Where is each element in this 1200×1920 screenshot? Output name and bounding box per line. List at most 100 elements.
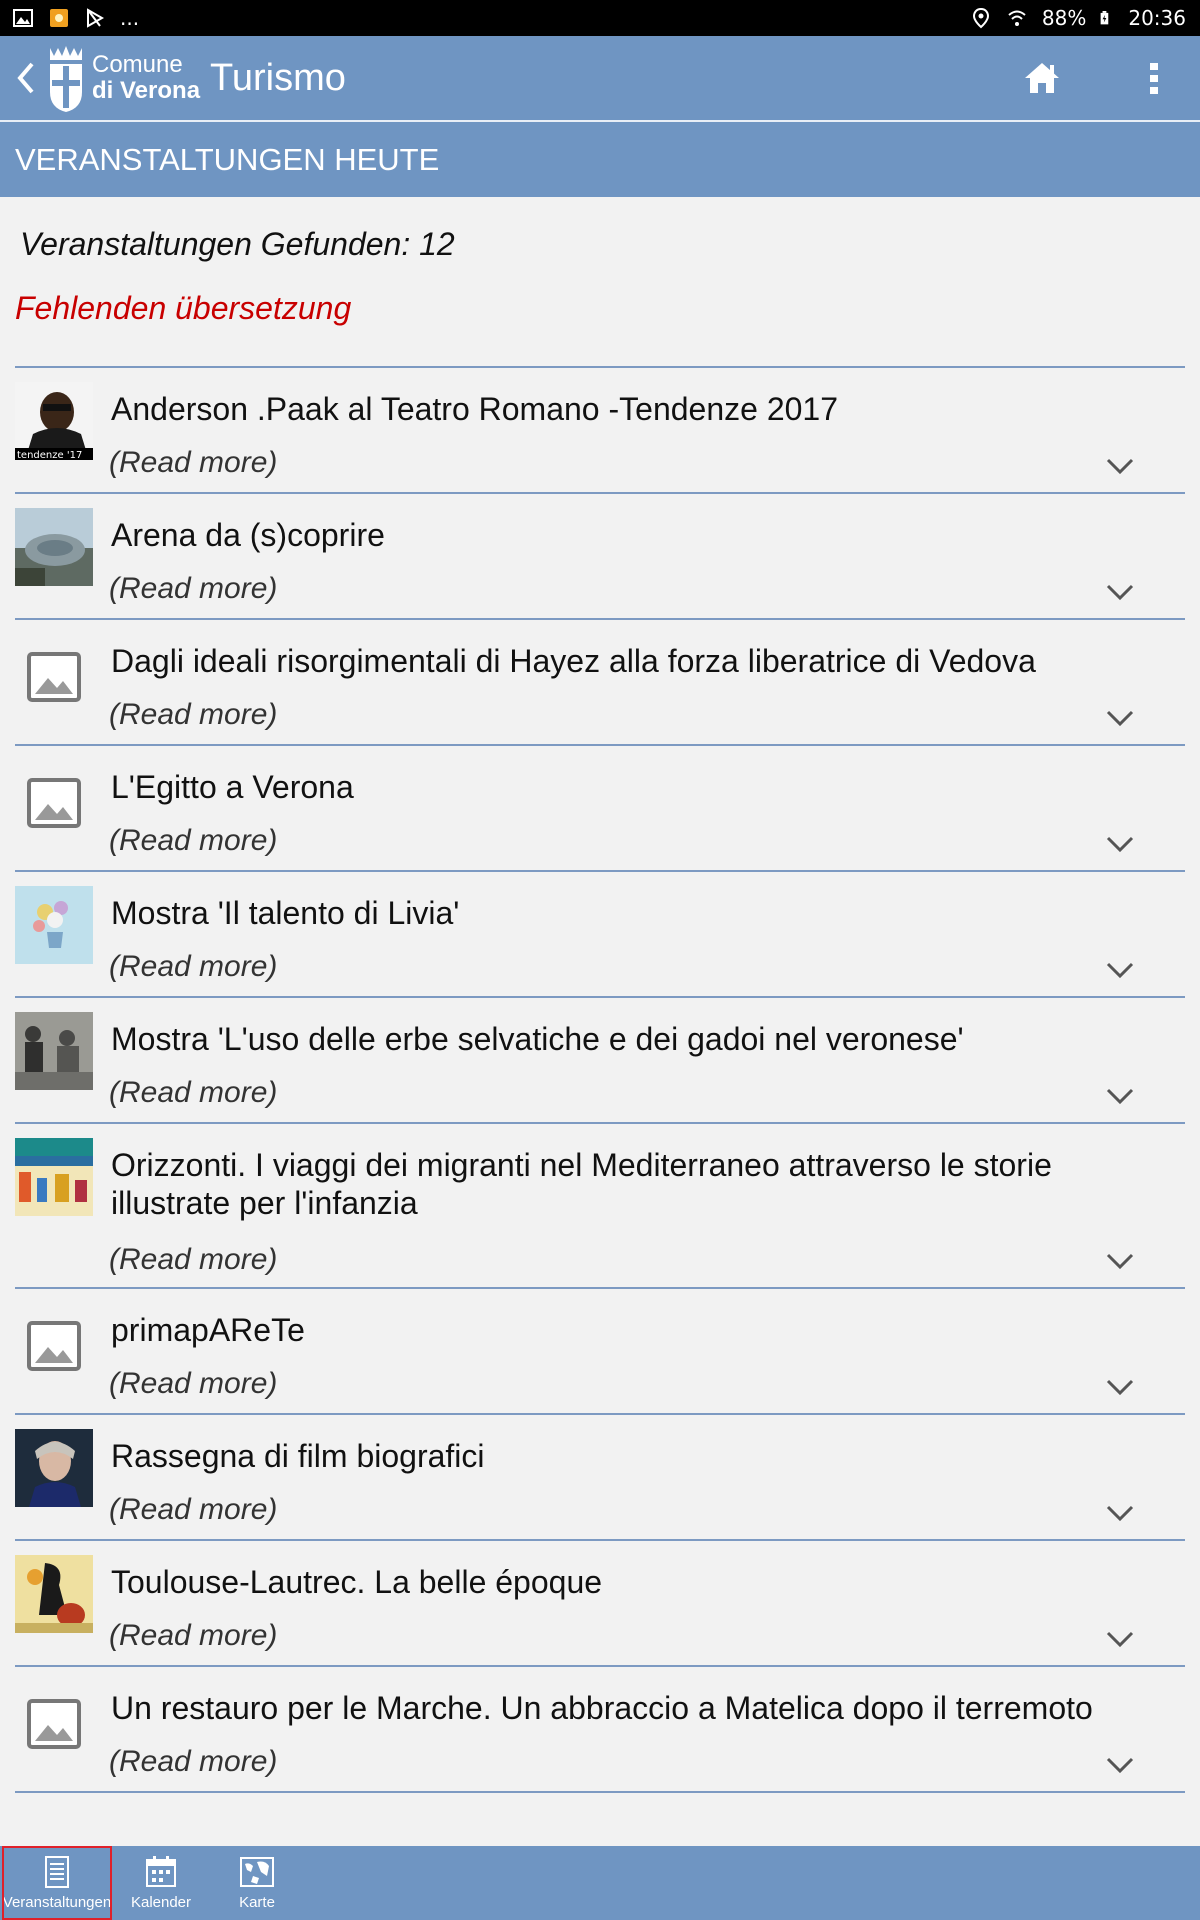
chevron-down-icon[interactable] xyxy=(1105,960,1135,980)
read-more-link[interactable]: (Read more) xyxy=(109,950,277,984)
chevron-down-icon[interactable] xyxy=(1105,834,1135,854)
wifi-icon xyxy=(1008,10,1026,26)
event-thumbnail xyxy=(15,1012,93,1090)
chevron-down-icon[interactable] xyxy=(1105,456,1135,476)
list-icon xyxy=(45,1856,69,1888)
battery-icon xyxy=(1100,11,1109,25)
event-title: Orizzonti. I viaggi dei migranti nel Med… xyxy=(111,1147,1052,1221)
tab-karte[interactable]: Karte xyxy=(216,1846,298,1920)
event-item[interactable]: Mostra 'L'uso delle erbe selvatiche e de… xyxy=(15,998,1185,1124)
portrait-photo-icon xyxy=(15,1429,93,1507)
status-right: 88% 20:36 xyxy=(970,6,1186,30)
logo-line-2: di Verona xyxy=(92,77,201,104)
app-bar-actions xyxy=(1012,36,1200,120)
event-thumbnail xyxy=(15,634,93,712)
event-thumbnail xyxy=(15,508,93,586)
section-header: VERANSTALTUNGEN HEUTE xyxy=(0,122,1200,197)
chevron-down-icon[interactable] xyxy=(1105,1629,1135,1649)
event-item[interactable]: Arena da (s)coprire (Read more) xyxy=(15,494,1185,620)
bw-photo-icon xyxy=(15,1012,93,1090)
event-item[interactable]: Dagli ideali risorgimentali di Hayez all… xyxy=(15,620,1185,746)
poster-icon xyxy=(15,1138,93,1216)
image-placeholder-icon xyxy=(27,1699,81,1749)
event-title: Dagli ideali risorgimentali di Hayez all… xyxy=(111,643,1036,679)
chevron-left-icon xyxy=(17,62,34,94)
read-more-link[interactable]: (Read more) xyxy=(109,698,277,732)
event-item[interactable]: Mostra 'Il talento di Livia' (Read more) xyxy=(15,872,1185,998)
event-item[interactable]: L'Egitto a Verona (Read more) xyxy=(15,746,1185,872)
chevron-down-icon[interactable] xyxy=(1105,1086,1135,1106)
event-thumbnail xyxy=(15,1555,93,1633)
event-item[interactable]: Rassegna di film biografici (Read more) xyxy=(15,1415,1185,1541)
event-thumbnail xyxy=(15,886,93,964)
read-more-link[interactable]: (Read more) xyxy=(109,1243,277,1277)
chevron-down-icon[interactable] xyxy=(1105,708,1135,728)
event-item[interactable]: Toulouse-Lautrec. La belle époque (Read … xyxy=(15,1541,1185,1667)
event-title: L'Egitto a Verona xyxy=(111,769,354,805)
event-thumbnail xyxy=(15,1138,93,1216)
logo-line-1: Comune xyxy=(92,51,183,78)
chevron-down-icon[interactable] xyxy=(1105,582,1135,602)
tab-kalender[interactable]: Kalender xyxy=(120,1846,202,1920)
read-more-link[interactable]: (Read more) xyxy=(109,824,277,858)
performer-photo-icon: tendenze '17 xyxy=(15,382,93,460)
event-item[interactable]: tendenze '17 Anderson .Paak al Teatro Ro… xyxy=(15,368,1185,494)
app-screen: ... 88% 20:36 Comune di Verona Turismo V… xyxy=(0,0,1200,1920)
event-item[interactable]: Orizzonti. I viaggi dei migranti nel Med… xyxy=(15,1124,1185,1289)
chevron-down-icon[interactable] xyxy=(1105,1503,1135,1523)
home-icon xyxy=(1025,63,1059,93)
event-title: Toulouse-Lautrec. La belle époque xyxy=(111,1564,603,1600)
read-more-link[interactable]: (Read more) xyxy=(109,446,277,480)
arena-photo-icon xyxy=(15,508,93,586)
chevron-down-icon[interactable] xyxy=(1105,1755,1135,1775)
notification-icon xyxy=(50,9,68,27)
city-emblem-icon xyxy=(50,46,82,112)
overflow-menu-button[interactable] xyxy=(1134,48,1174,108)
event-title: Un restauro per le Marche. Un abbraccio … xyxy=(111,1690,1093,1726)
clock: 20:36 xyxy=(1128,6,1186,30)
image-placeholder-icon xyxy=(27,1321,81,1371)
tab-label: Karte xyxy=(239,1894,275,1911)
city-logo: Comune di Verona xyxy=(46,36,200,120)
tab-label: Kalender xyxy=(130,1894,192,1911)
event-thumbnail xyxy=(15,1303,93,1381)
event-title: Rassegna di film biografici xyxy=(111,1438,485,1474)
event-thumbnail xyxy=(15,1681,93,1759)
image-placeholder-icon xyxy=(27,778,81,828)
flowers-painting-icon xyxy=(15,886,93,964)
event-thumbnail xyxy=(15,760,93,838)
back-button[interactable] xyxy=(6,36,46,120)
status-left: ... xyxy=(12,6,139,30)
lautrec-poster-icon xyxy=(15,1555,93,1633)
read-more-link[interactable]: (Read more) xyxy=(109,1619,277,1653)
event-thumbnail xyxy=(15,1429,93,1507)
event-title: Mostra 'L'uso delle erbe selvatiche e de… xyxy=(111,1021,964,1057)
missing-translation-warning: Fehlenden übersetzung xyxy=(15,290,352,326)
image-placeholder-icon xyxy=(27,652,81,702)
read-more-link[interactable]: (Read more) xyxy=(109,1367,277,1401)
tab-label: Veranstaltungen xyxy=(2,1894,112,1911)
media-icon xyxy=(87,8,105,28)
app-bar: Comune di Verona Turismo xyxy=(0,36,1200,120)
event-item[interactable]: primapAReTe (Read more) xyxy=(15,1289,1185,1415)
read-more-link[interactable]: (Read more) xyxy=(109,1745,277,1779)
image-icon xyxy=(13,9,33,27)
more-vert-icon xyxy=(1150,63,1158,94)
thumb-caption: tendenze '17 xyxy=(17,450,82,460)
tab-veranstaltungen[interactable]: Veranstaltungen xyxy=(2,1846,112,1920)
map-icon xyxy=(240,1857,274,1887)
read-more-link[interactable]: (Read more) xyxy=(109,572,277,606)
calendar-icon xyxy=(146,1856,176,1887)
event-title: Arena da (s)coprire xyxy=(111,517,385,553)
logo-text: Comune di Verona xyxy=(92,52,200,104)
home-button[interactable] xyxy=(1012,48,1072,108)
event-thumbnail: tendenze '17 xyxy=(15,382,93,460)
event-title: primapAReTe xyxy=(111,1312,305,1348)
chevron-down-icon[interactable] xyxy=(1105,1377,1135,1397)
chevron-down-icon[interactable] xyxy=(1105,1251,1135,1271)
event-item[interactable]: Un restauro per le Marche. Un abbraccio … xyxy=(15,1667,1185,1793)
read-more-link[interactable]: (Read more) xyxy=(109,1493,277,1527)
event-title: Mostra 'Il talento di Livia' xyxy=(111,895,460,931)
event-title: Anderson .Paak al Teatro Romano -Tendenz… xyxy=(111,391,838,427)
read-more-link[interactable]: (Read more) xyxy=(109,1076,277,1110)
